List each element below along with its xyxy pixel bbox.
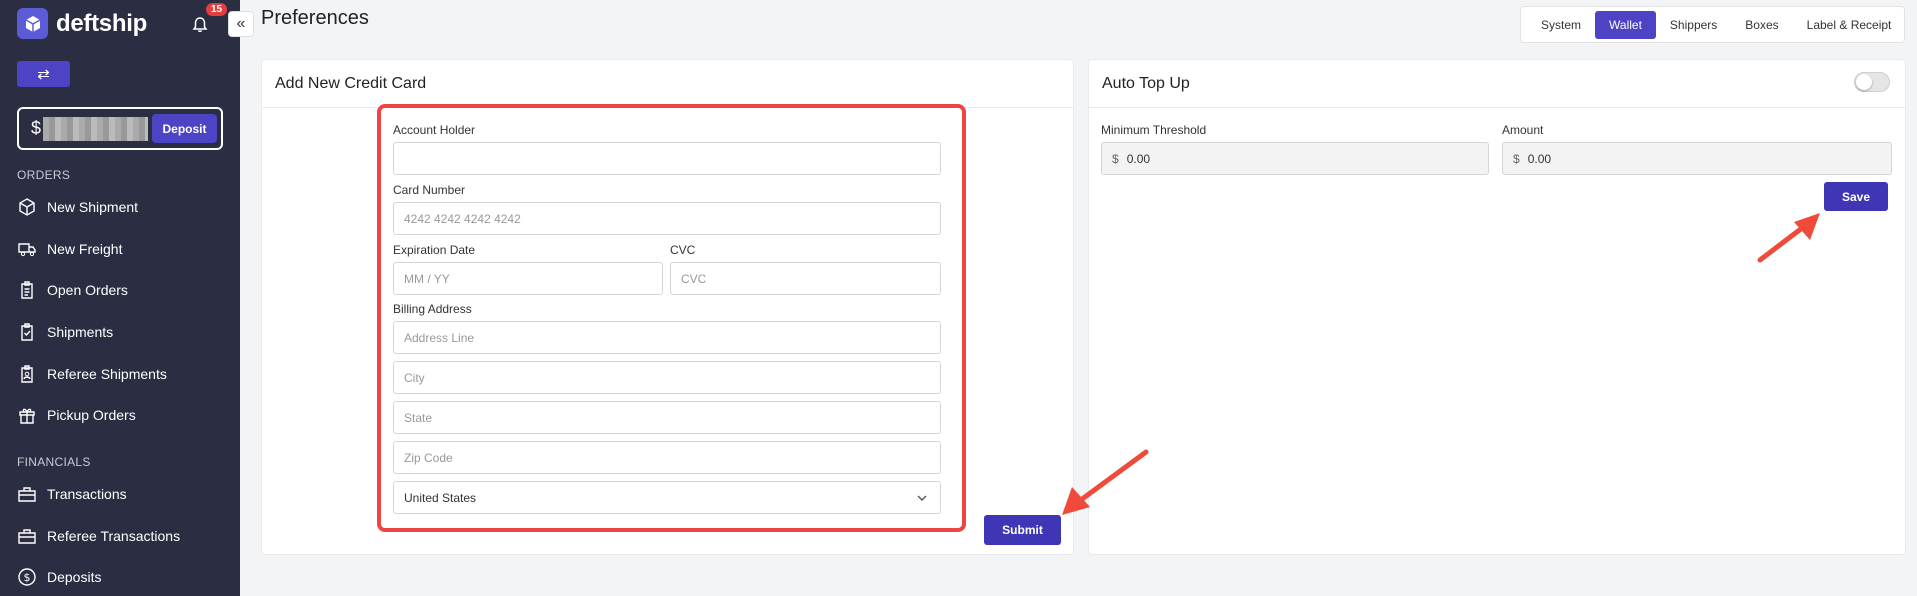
briefcase-icon <box>18 487 36 502</box>
minimum-threshold-label: Minimum Threshold <box>1101 123 1207 137</box>
toggle-knob <box>1856 74 1872 90</box>
balance-box: $ Deposit <box>17 107 223 150</box>
tab-wallet[interactable]: Wallet <box>1595 10 1656 39</box>
expiration-label: Expiration Date <box>393 243 476 257</box>
briefcase-icon <box>18 529 36 544</box>
box-icon <box>19 198 35 216</box>
sidebar-item-label: Open Orders <box>47 282 128 298</box>
sidebar-item-label: Referee Shipments <box>47 366 167 382</box>
sidebar-item-label: New Shipment <box>47 199 139 215</box>
balance-currency: $ <box>31 118 42 138</box>
cvc-input[interactable]: CVC <box>670 262 941 295</box>
swap-icon: ⇄ <box>37 66 50 83</box>
amount-value: 0.00 <box>1527 151 1552 166</box>
orders-section-label: ORDERS <box>17 168 71 182</box>
zip-code-input[interactable]: Zip Code <box>393 441 941 474</box>
dollar-circle-icon: $ <box>18 568 36 586</box>
credit-card-title: Add New Credit Card <box>262 60 1073 108</box>
cvc-label: CVC <box>670 243 696 257</box>
page-title: Preferences <box>261 7 369 29</box>
sidebar-item-label: New Freight <box>47 241 123 257</box>
country-select-value: United States <box>404 490 477 505</box>
cube-icon <box>17 8 48 39</box>
auto-top-up-title: Auto Top Up <box>1089 60 1905 108</box>
sidebar-item-label: Pickup Orders <box>47 407 136 423</box>
sidebar-item-pickup-orders[interactable]: Pickup Orders <box>17 403 136 427</box>
notification-badge: 15 <box>206 3 228 16</box>
amount-label: Amount <box>1502 123 1544 137</box>
auto-top-up-panel: Auto Top Up <box>1088 59 1906 555</box>
sidebar-item-new-shipment[interactable]: New Shipment <box>17 195 138 219</box>
expiration-input[interactable]: MM / YY <box>393 262 663 295</box>
switch-account-button[interactable]: ⇄ <box>17 61 70 87</box>
preferences-tabs: System Wallet Shippers Boxes Label & Rec… <box>1520 6 1905 43</box>
clipboard-user-icon <box>21 365 33 383</box>
tab-label-receipt[interactable]: Label & Receipt <box>1793 11 1906 39</box>
brand-name: deftship <box>56 9 147 37</box>
balance-redacted <box>43 116 149 141</box>
save-button[interactable]: Save <box>1824 182 1888 211</box>
address-line-input[interactable]: Address Line <box>393 321 941 354</box>
clipboard-check-icon <box>21 323 33 341</box>
sidebar-item-label: Referee Transactions <box>47 528 181 544</box>
account-holder-label: Account Holder <box>393 123 476 137</box>
card-number-input[interactable]: 4242 4242 4242 4242 <box>393 202 941 235</box>
sidebar-item-referee-transactions[interactable]: Referee Transactions <box>17 524 180 548</box>
sidebar-item-deposits[interactable]: $ Deposits <box>17 565 101 589</box>
sidebar-item-shipments[interactable]: Shipments <box>17 320 113 344</box>
city-input[interactable]: City <box>393 361 941 394</box>
gift-box-icon <box>19 408 35 424</box>
sidebar: deftship 15 ⇄ $ Deposit ORDERS New Shipm… <box>0 0 240 596</box>
card-number-label: Card Number <box>393 183 466 197</box>
brand-logo[interactable]: deftship <box>17 8 147 39</box>
state-input[interactable]: State <box>393 401 941 434</box>
double-chevron-left-icon: « <box>236 15 246 32</box>
sidebar-item-referee-shipments[interactable]: Referee Shipments <box>17 362 167 386</box>
sidebar-item-transactions[interactable]: Transactions <box>17 482 127 506</box>
svg-text:$: $ <box>24 571 31 584</box>
billing-address-label: Billing Address <box>393 302 472 316</box>
clipboard-icon <box>21 281 33 299</box>
tab-shippers[interactable]: Shippers <box>1656 11 1731 39</box>
sidebar-item-label: Transactions <box>47 486 127 502</box>
collapse-sidebar-button[interactable]: « <box>228 11 254 37</box>
currency-prefix: $ <box>1513 151 1520 166</box>
financials-section-label: FINANCIALS <box>17 455 91 469</box>
deposit-button[interactable]: Deposit <box>152 114 217 143</box>
sidebar-item-new-freight[interactable]: New Freight <box>17 237 122 261</box>
sidebar-item-label: Shipments <box>47 324 114 340</box>
chevron-down-icon <box>917 495 927 501</box>
country-select[interactable]: United States <box>393 481 941 514</box>
minimum-threshold-input[interactable]: $ 0.00 <box>1101 142 1489 175</box>
sidebar-item-label: Deposits <box>47 569 102 585</box>
amount-input[interactable]: $ 0.00 <box>1502 142 1892 175</box>
submit-button[interactable]: Submit <box>984 515 1061 545</box>
account-holder-input[interactable] <box>393 142 941 175</box>
sidebar-item-open-orders[interactable]: Open Orders <box>17 278 128 302</box>
currency-prefix: $ <box>1112 151 1119 166</box>
tab-boxes[interactable]: Boxes <box>1731 11 1792 39</box>
threshold-value: 0.00 <box>1126 151 1151 166</box>
auto-top-up-toggle[interactable] <box>1854 72 1890 92</box>
truck-icon <box>18 243 36 257</box>
tab-system[interactable]: System <box>1527 11 1595 39</box>
